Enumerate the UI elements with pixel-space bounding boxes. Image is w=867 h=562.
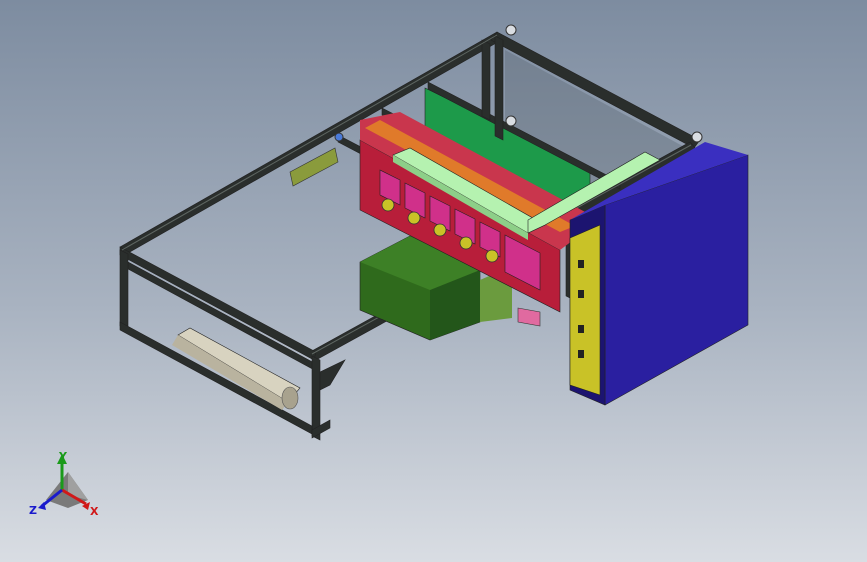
assembly-model[interactable] <box>0 0 867 562</box>
axis-label-x: X <box>90 505 99 518</box>
cad-graphics-viewport[interactable]: Y X Z <box>0 0 867 562</box>
junction-box[interactable] <box>517 307 541 327</box>
axis-label-y: Y <box>59 450 67 463</box>
control-plate[interactable] <box>569 224 601 396</box>
axis-label-z: Z <box>29 504 37 517</box>
